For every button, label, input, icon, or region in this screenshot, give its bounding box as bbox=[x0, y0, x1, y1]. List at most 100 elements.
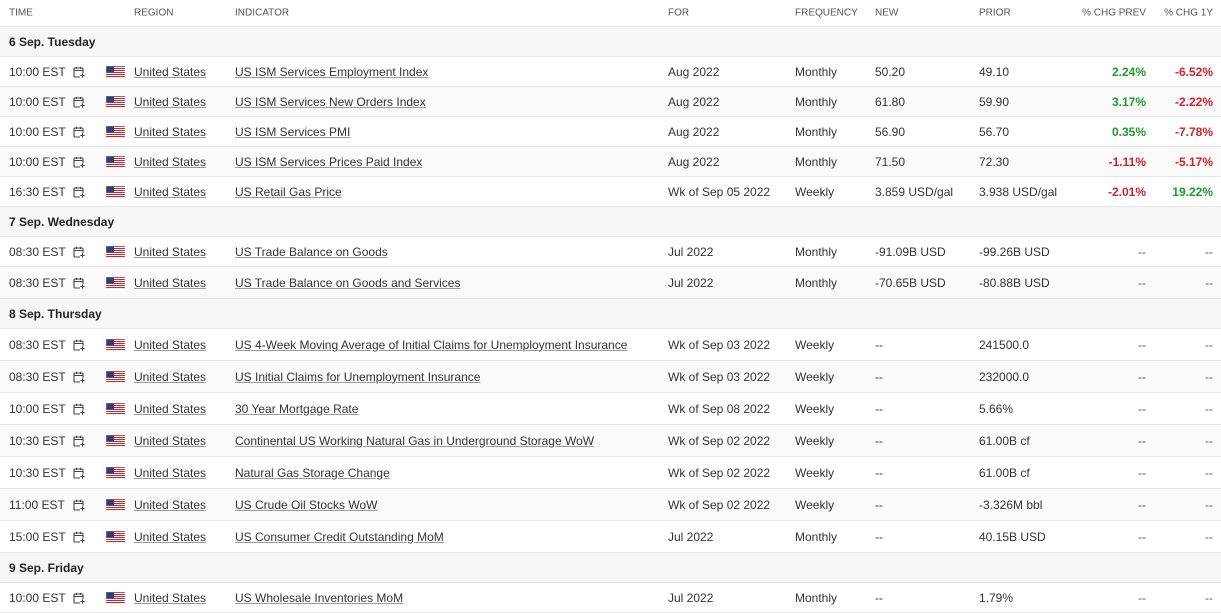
header-indicator[interactable]: INDICATOR bbox=[235, 8, 289, 19]
chg-1y-value: -- bbox=[1205, 529, 1213, 544]
economic-calendar-table: TIME REGION INDICATOR FOR FREQUENCY NEW … bbox=[0, 0, 1221, 613]
calendar-add-icon[interactable] bbox=[73, 156, 85, 168]
event-time: 16:30 EST bbox=[9, 184, 66, 199]
indicator-link[interactable]: 30 Year Mortgage Rate bbox=[235, 402, 358, 416]
header-frequency[interactable]: FREQUENCY bbox=[795, 8, 858, 19]
header-time[interactable]: TIME bbox=[9, 8, 33, 19]
header-for[interactable]: FOR bbox=[668, 8, 689, 19]
calendar-add-icon[interactable] bbox=[73, 592, 85, 604]
header-chg-1y[interactable]: % CHG 1Y bbox=[1164, 8, 1213, 19]
region-link[interactable]: United States bbox=[134, 434, 206, 448]
chg-prev-value: 0.35% bbox=[1111, 124, 1146, 139]
region-link[interactable]: United States bbox=[134, 338, 206, 352]
indicator-link[interactable]: US ISM Services New Orders Index bbox=[235, 95, 426, 109]
indicator-link[interactable]: US Retail Gas Price bbox=[235, 185, 342, 199]
period: Jul 2022 bbox=[668, 590, 714, 605]
table-row: 10:00 EST United States US ISM Services Em… bbox=[0, 57, 1221, 87]
indicator-link[interactable]: US ISM Services Employment Index bbox=[235, 65, 428, 79]
region-link[interactable]: United States bbox=[134, 185, 206, 199]
region-link[interactable]: United States bbox=[134, 155, 206, 169]
indicator-link[interactable]: US Trade Balance on Goods and Services bbox=[235, 276, 460, 290]
chg-1y-value: -- bbox=[1205, 369, 1213, 384]
frequency: Monthly bbox=[795, 275, 838, 290]
chg-prev-value: -2.01% bbox=[1107, 184, 1146, 199]
new-value: 61.80 bbox=[875, 94, 906, 109]
header-region[interactable]: REGION bbox=[134, 8, 173, 19]
us-flag-icon bbox=[105, 276, 126, 289]
event-time: 08:30 EST bbox=[9, 275, 66, 290]
frequency: Weekly bbox=[795, 337, 835, 352]
period: Jul 2022 bbox=[668, 275, 714, 290]
chg-1y-value: -- bbox=[1205, 590, 1213, 605]
us-flag-icon bbox=[105, 125, 126, 138]
calendar-add-icon[interactable] bbox=[73, 246, 85, 258]
header-prior[interactable]: PRIOR bbox=[979, 8, 1011, 19]
indicator-link[interactable]: US ISM Services PMI bbox=[235, 125, 350, 139]
prior-value: 49.10 bbox=[979, 64, 1010, 79]
prior-value: -99.26B USD bbox=[979, 244, 1050, 259]
us-flag-icon bbox=[105, 402, 126, 415]
us-flag-icon bbox=[105, 466, 126, 479]
calendar-add-icon[interactable] bbox=[73, 467, 85, 479]
chg-1y-value: 19.22% bbox=[1172, 184, 1213, 199]
period: Aug 2022 bbox=[668, 64, 720, 79]
indicator-link[interactable]: US 4-Week Moving Average of Initial Clai… bbox=[235, 338, 627, 352]
region-link[interactable]: United States bbox=[134, 591, 206, 605]
new-value: -70.65B USD bbox=[875, 275, 946, 290]
region-link[interactable]: United States bbox=[134, 498, 206, 512]
indicator-link[interactable]: US Crude Oil Stocks WoW bbox=[235, 498, 377, 512]
calendar-add-icon[interactable] bbox=[73, 531, 85, 543]
event-time: 10:00 EST bbox=[9, 154, 66, 169]
calendar-add-icon[interactable] bbox=[73, 499, 85, 511]
calendar-add-icon[interactable] bbox=[73, 403, 85, 415]
region-link[interactable]: United States bbox=[134, 125, 206, 139]
prior-value: 61.00B cf bbox=[979, 465, 1030, 480]
table-row: 08:30 EST United States US Trade Balance o… bbox=[0, 237, 1221, 267]
region-link[interactable]: United States bbox=[134, 65, 206, 79]
prior-value: -3.326M bbl bbox=[979, 497, 1043, 512]
calendar-add-icon[interactable] bbox=[73, 435, 85, 447]
frequency: Monthly bbox=[795, 529, 838, 544]
calendar-add-icon[interactable] bbox=[73, 339, 85, 351]
region-link[interactable]: United States bbox=[134, 402, 206, 416]
region-link[interactable]: United States bbox=[134, 530, 206, 544]
chg-1y-value: -7.78% bbox=[1174, 124, 1213, 139]
calendar-add-icon[interactable] bbox=[73, 126, 85, 138]
period: Aug 2022 bbox=[668, 154, 720, 169]
calendar-add-icon[interactable] bbox=[73, 96, 85, 108]
calendar-add-icon[interactable] bbox=[73, 277, 85, 289]
event-time: 08:30 EST bbox=[9, 369, 66, 384]
period: Wk of Sep 03 2022 bbox=[668, 337, 771, 352]
frequency: Monthly bbox=[795, 124, 838, 139]
table-row: 08:30 EST United States US Initial Claims … bbox=[0, 361, 1221, 393]
indicator-link[interactable]: Natural Gas Storage Change bbox=[235, 466, 390, 480]
chg-1y-value: -6.52% bbox=[1174, 64, 1213, 79]
new-value: 3.859 USD/gal bbox=[875, 184, 954, 199]
table-header: TIME REGION INDICATOR FOR FREQUENCY NEW … bbox=[0, 0, 1221, 27]
calendar-add-icon[interactable] bbox=[73, 186, 85, 198]
event-time: 11:00 EST bbox=[9, 497, 65, 512]
chg-prev-value: -1.11% bbox=[1108, 154, 1146, 169]
new-value: 56.90 bbox=[875, 124, 906, 139]
indicator-link[interactable]: US Initial Claims for Unemployment Insur… bbox=[235, 370, 480, 384]
region-link[interactable]: United States bbox=[134, 466, 206, 480]
indicator-link[interactable]: US ISM Services Prices Paid Index bbox=[235, 155, 422, 169]
calendar-add-icon[interactable] bbox=[73, 66, 85, 78]
calendar-add-icon[interactable] bbox=[73, 371, 85, 383]
region-link[interactable]: United States bbox=[134, 95, 206, 109]
frequency: Monthly bbox=[795, 244, 838, 259]
indicator-link[interactable]: Continental US Working Natural Gas in Un… bbox=[235, 434, 594, 448]
chg-prev-value: -- bbox=[1138, 401, 1146, 416]
region-link[interactable]: United States bbox=[134, 276, 206, 290]
us-flag-icon bbox=[105, 434, 126, 447]
prior-value: 56.70 bbox=[979, 124, 1010, 139]
chg-prev-value: -- bbox=[1138, 465, 1146, 480]
indicator-link[interactable]: US Consumer Credit Outstanding MoM bbox=[235, 530, 444, 544]
header-chg-prev[interactable]: % CHG PREV bbox=[1082, 8, 1146, 19]
region-link[interactable]: United States bbox=[134, 370, 206, 384]
chg-1y-value: -- bbox=[1205, 465, 1213, 480]
indicator-link[interactable]: US Trade Balance on Goods bbox=[235, 245, 388, 259]
indicator-link[interactable]: US Wholesale Inventories MoM bbox=[235, 591, 403, 605]
header-new[interactable]: NEW bbox=[875, 8, 898, 19]
region-link[interactable]: United States bbox=[134, 245, 206, 259]
